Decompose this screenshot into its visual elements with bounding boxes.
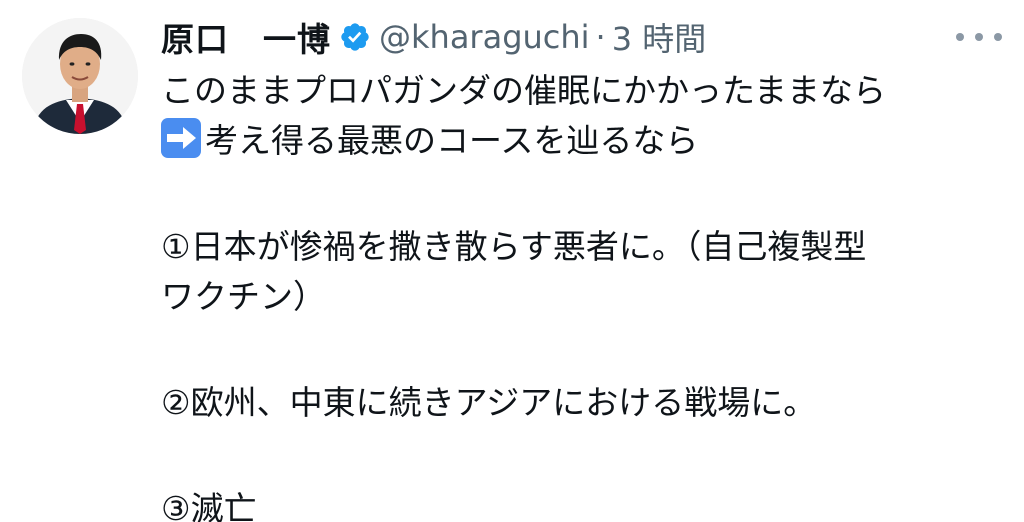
more-options-icon[interactable] [956,22,1002,52]
author-name[interactable]: 原口 一博 [161,13,331,61]
tweet-line: ①日本が惨禍を撒き散らす悪者に。（自己複製型 [161,227,867,266]
tweet-line: このままプロパガンダの催眠にかかったままなら [161,71,887,110]
tweet-line: 考え得る最悪のコースを辿るなら [161,116,1001,166]
tweet-line: ③滅亡 [161,489,257,522]
more-dot [956,33,964,41]
tweet-line: ワクチン） [161,277,326,316]
tweet-header: 原口 一博 @kharaguchi · 3 時間 [161,12,706,62]
more-dot [975,33,983,41]
tweet-line: ②欧州、中東に続きアジアにおける戦場に。 [161,383,817,422]
avatar[interactable] [22,18,138,134]
header-separator: · [595,18,606,56]
right-arrow-emoji-icon [161,118,201,158]
avatar-image [22,18,138,134]
author-handle[interactable]: @kharaguchi [379,18,590,56]
verified-badge-icon [339,21,371,53]
tweet[interactable]: 原口 一博 @kharaguchi · 3 時間 このままプロパガンダの催眠にか… [0,0,1024,522]
tweet-timestamp[interactable]: 3 時間 [612,14,707,60]
tweet-line-text: 考え得る最悪のコースを辿るなら [205,121,699,160]
tweet-text: このままプロパガンダの催眠にかかったままなら 考え得る最悪のコースを辿るなら ①… [161,66,1001,522]
more-dot [994,33,1002,41]
